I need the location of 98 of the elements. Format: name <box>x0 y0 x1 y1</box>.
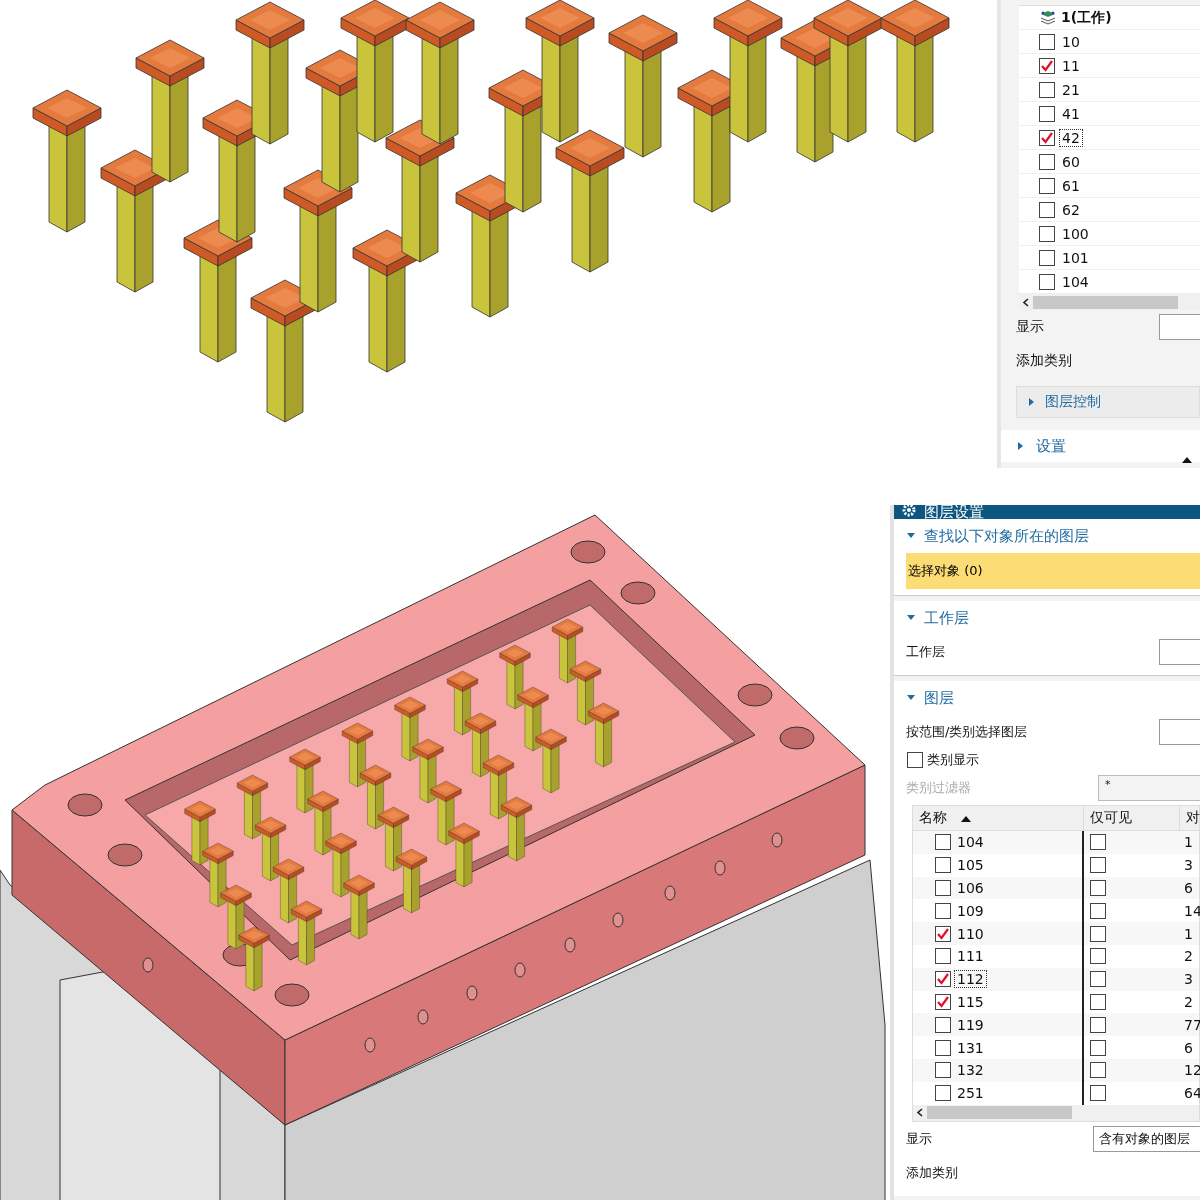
section-header[interactable]: 设置 <box>1001 430 1200 462</box>
visible-only-checkbox[interactable] <box>1090 948 1106 965</box>
layers-stack-icon <box>1039 9 1057 26</box>
sort-ascending-icon[interactable] <box>961 814 971 822</box>
layer-checkbox[interactable] <box>935 857 951 874</box>
column-header[interactable]: 名称 <box>913 806 1084 830</box>
layer-checkbox[interactable] <box>935 1085 951 1102</box>
scroll-left-icon[interactable] <box>1023 297 1029 307</box>
section-header[interactable]: 图层控制 <box>1016 386 1200 418</box>
layer-checkbox[interactable] <box>935 880 951 896</box>
visible-only-checkbox[interactable] <box>1090 902 1106 919</box>
layer-checkbox[interactable] <box>1039 201 1055 218</box>
layer-name[interactable]: 109 <box>954 901 987 920</box>
visible-only-checkbox[interactable] <box>1090 880 1106 896</box>
layer-checkbox[interactable] <box>935 925 951 942</box>
layer-name[interactable]: 42 <box>1059 128 1083 147</box>
object-count: 6 <box>1183 879 1194 898</box>
layer-name[interactable]: 11 <box>1059 56 1083 75</box>
field-label: 添加类别 <box>906 1163 958 1182</box>
visible-only-checkbox[interactable] <box>1090 857 1106 874</box>
object-count: 3 <box>1183 856 1194 876</box>
layer-checkbox[interactable] <box>1039 249 1055 266</box>
layer-name[interactable]: 10 <box>1059 32 1083 51</box>
checkbox-label: 类别显示 <box>927 751 979 769</box>
column-header[interactable]: 仅可见 <box>1084 806 1180 830</box>
layer-name[interactable]: 251 <box>954 1084 987 1103</box>
range-field[interactable] <box>1159 719 1200 745</box>
layer-checkbox[interactable] <box>1039 177 1055 194</box>
field-label: 工作层 <box>906 643 945 661</box>
layer-checkbox[interactable] <box>935 1016 951 1033</box>
layer-checkbox[interactable] <box>1039 273 1055 290</box>
layer-checkbox[interactable] <box>935 902 951 919</box>
layer-checkbox[interactable] <box>1039 57 1055 74</box>
visible-only-checkbox[interactable] <box>1090 971 1106 988</box>
layer-checkbox[interactable] <box>935 971 951 988</box>
object-count: 12 <box>1183 1061 1200 1081</box>
layer-checkbox[interactable] <box>935 993 951 1010</box>
layer-name[interactable]: 104 <box>1059 272 1092 291</box>
field-label: 显示 <box>1016 318 1044 336</box>
layer-name[interactable]: 110 <box>954 924 987 943</box>
field-label: 添加类别 <box>1016 352 1072 370</box>
dropdown-field[interactable] <box>1159 314 1200 340</box>
object-count: 77 <box>1183 1015 1200 1035</box>
collapse-arrow-icon[interactable] <box>1182 456 1192 463</box>
layer-checkbox[interactable] <box>935 948 951 965</box>
layer-name[interactable]: 131 <box>954 1038 987 1057</box>
layer-name[interactable]: 61 <box>1059 176 1083 195</box>
layer-name[interactable]: 132 <box>954 1061 987 1080</box>
object-count: 1 <box>1183 833 1194 853</box>
visible-only-checkbox[interactable] <box>1090 1016 1106 1033</box>
layer-name[interactable]: 101 <box>1059 248 1092 267</box>
layer-name[interactable]: 106 <box>954 879 987 897</box>
field-label: 类别过滤器 <box>906 779 971 797</box>
visible-only-checkbox[interactable] <box>1090 925 1106 942</box>
layer-checkbox[interactable] <box>1039 129 1055 146</box>
layer-checkbox[interactable] <box>1039 81 1055 98</box>
layer-name[interactable]: 119 <box>954 1015 987 1034</box>
section-header[interactable]: 工作层 <box>894 601 1200 635</box>
object-count: 6 <box>1183 1038 1194 1058</box>
visible-only-checkbox[interactable] <box>1090 1039 1106 1056</box>
layer-checkbox[interactable] <box>1039 105 1055 122</box>
select-object-button[interactable]: 选择对象 (0) <box>906 553 1200 589</box>
field-label: 按范围/类别选择图层 <box>906 723 1028 741</box>
visible-only-checkbox[interactable] <box>1090 834 1106 851</box>
layer-name[interactable]: 1(工作) <box>1061 8 1112 27</box>
column-header[interactable]: 对 <box>1180 806 1200 830</box>
layer-name[interactable]: 111 <box>954 947 987 966</box>
panel-title: 图层设置 <box>924 505 984 519</box>
layer-name[interactable]: 62 <box>1059 200 1083 219</box>
scroll-left-icon[interactable] <box>917 1108 923 1118</box>
visible-only-checkbox[interactable] <box>1090 1062 1106 1079</box>
visible-only-checkbox[interactable] <box>1090 1085 1106 1102</box>
layer-name[interactable]: 115 <box>954 992 987 1011</box>
layer-checkbox[interactable] <box>1039 33 1055 50</box>
object-count: 1 <box>1183 924 1194 944</box>
work-layer-field[interactable] <box>1159 639 1200 665</box>
layer-name[interactable]: 60 <box>1059 152 1083 171</box>
layer-checkbox[interactable] <box>1039 153 1055 170</box>
object-count: 2 <box>1183 992 1194 1012</box>
layer-name[interactable]: 105 <box>954 856 987 875</box>
settings-icon <box>902 505 916 517</box>
layer-checkbox[interactable] <box>935 1062 951 1079</box>
field-label: 显示 <box>906 1129 932 1148</box>
object-count: 3 <box>1183 970 1194 990</box>
layer-checkbox[interactable] <box>1039 225 1055 242</box>
layer-name[interactable]: 104 <box>954 833 987 852</box>
layer-name[interactable]: 41 <box>1059 104 1083 123</box>
section-header[interactable]: 查找以下对象所在的图层 <box>894 519 1200 553</box>
layer-name[interactable]: 112 <box>954 970 987 989</box>
section-header[interactable]: 图层 <box>894 681 1200 715</box>
layer-name[interactable]: 100 <box>1059 224 1092 243</box>
display-dropdown[interactable]: 含有对象的图层 <box>1093 1125 1200 1152</box>
layer-name[interactable]: 21 <box>1059 80 1083 99</box>
object-count: 2 <box>1183 947 1194 967</box>
layer-checkbox[interactable] <box>935 1039 951 1056</box>
layer-checkbox[interactable] <box>935 834 951 851</box>
visible-only-checkbox[interactable] <box>1090 993 1106 1010</box>
checkbox[interactable] <box>907 752 923 768</box>
